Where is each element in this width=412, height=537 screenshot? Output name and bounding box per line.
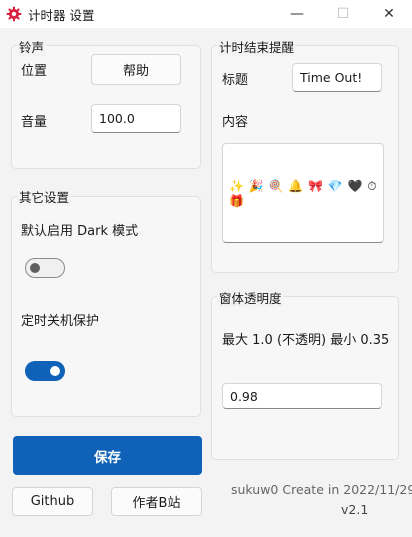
opacity-range-text: 最大 1.0 (不透明) 最小 0.35 — [222, 333, 390, 348]
shutdown-protection-label: 定时关机保护 — [21, 314, 100, 329]
volume-label: 音量 — [21, 115, 48, 130]
help-button[interactable]: 帮助 — [91, 54, 181, 85]
close-button[interactable]: ✕ — [366, 0, 412, 28]
opacity-input[interactable]: 0.98 — [222, 383, 382, 409]
version-text: v2.1 — [341, 502, 369, 517]
credit-text: sukuw0 Create in 2022/11/29 — [231, 482, 412, 497]
heading-label: 标题 — [222, 73, 249, 88]
opacity-group — [211, 296, 399, 460]
toggle-knob — [30, 263, 40, 273]
volume-input[interactable]: 100.0 — [91, 104, 181, 133]
content-label: 内容 — [222, 115, 249, 130]
github-button[interactable]: Github — [12, 487, 93, 516]
heading-input[interactable]: Time Out! — [292, 63, 382, 92]
dark-mode-label: 默认启用 Dark 模式 — [21, 224, 139, 239]
opacity-group-title: 窗体透明度 — [217, 288, 284, 307]
content-textarea[interactable]: ✨ 🎉 🍭 🔔 🎀 💎 🖤 ⏱ 🎁 — [222, 143, 384, 243]
toggle-knob — [50, 366, 60, 376]
location-label: 位置 — [21, 64, 48, 79]
title-bar: 计时器 设置 — ☐ ✕ — [0, 0, 412, 28]
other-settings-title: 其它设置 — [17, 187, 72, 206]
minimize-button[interactable]: — — [274, 0, 320, 28]
window-title: 计时器 设置 — [28, 8, 95, 23]
gear-icon — [6, 6, 22, 22]
author-bilibili-button[interactable]: 作者B站 — [111, 487, 202, 516]
maximize-button[interactable]: ☐ — [320, 0, 366, 28]
reminder-group-title: 计时结束提醒 — [217, 37, 297, 56]
shutdown-protection-toggle[interactable] — [25, 361, 65, 381]
dark-mode-toggle[interactable] — [25, 258, 65, 278]
ringtone-group-title: 铃声 — [17, 37, 47, 56]
save-button[interactable]: 保存 — [13, 436, 202, 475]
